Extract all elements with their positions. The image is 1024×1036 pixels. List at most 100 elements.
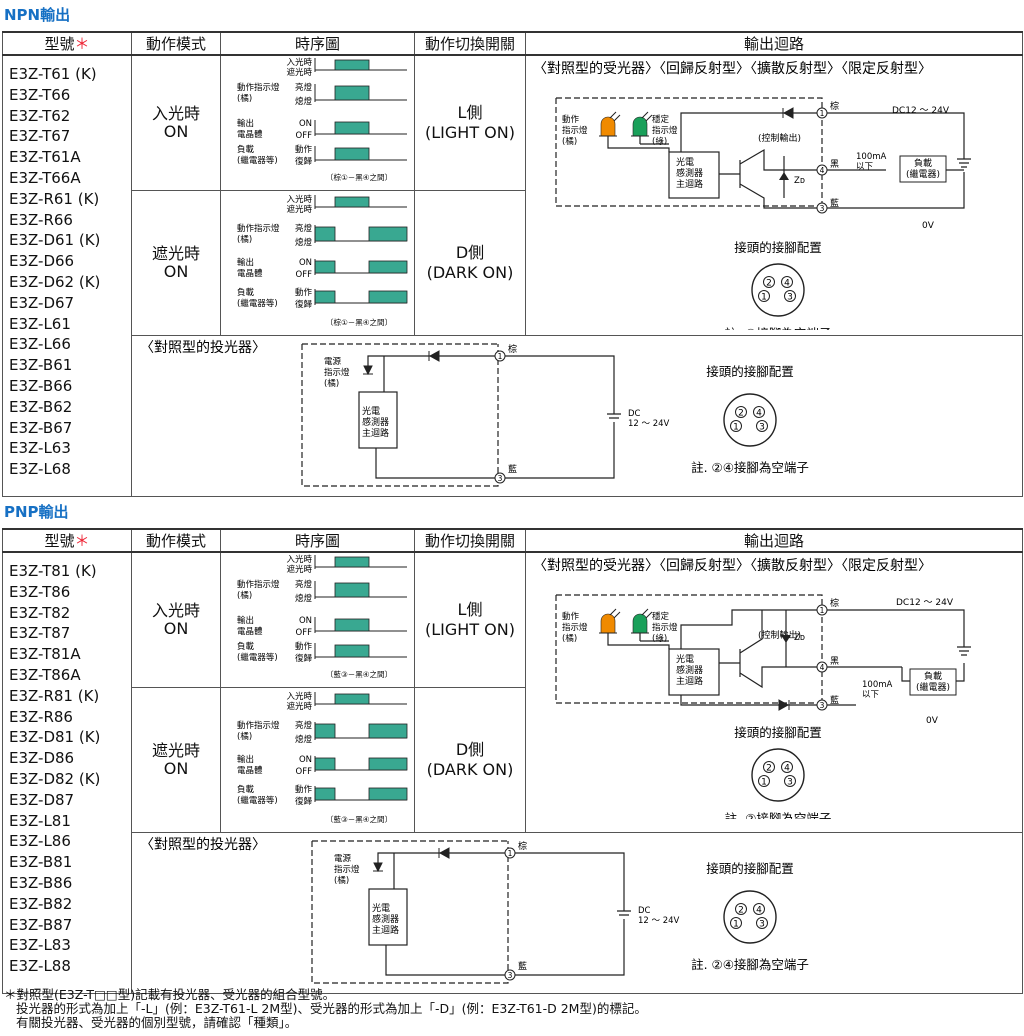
- timing-diagram: 入光時遮光時動作指示燈(橘) 亮燈熄燈輸出電晶體 ON OFF 負載(繼電器等) 動作復歸…: [237, 57, 407, 182]
- timing-diagram: 入光時遮光時動作指示燈(橘) 亮燈熄燈輸出電晶體 ON OFF 負載(繼電器等) 動作復歸…: [237, 194, 408, 327]
- row-label: 輸出: [237, 257, 254, 268]
- row-label: 輸出: [237, 118, 254, 129]
- state-high: 亮燈: [295, 82, 313, 93]
- circuit-label: 棕: [508, 343, 517, 355]
- row-label: 負載: [237, 144, 255, 155]
- terminal-number: 4: [820, 166, 825, 175]
- header-mode: 動作模式: [131, 31, 221, 56]
- circuit-label: (繼電器): [916, 681, 950, 693]
- state-high: ON: [299, 258, 312, 268]
- circuit-label: 棕: [830, 100, 839, 112]
- model-number: E3Z-D61 (K): [9, 231, 101, 250]
- npn-section-title: NPN輸出: [4, 6, 71, 24]
- pin-number: 3: [787, 293, 793, 303]
- model-number: E3Z-T62: [9, 106, 71, 125]
- pin-number: 4: [784, 764, 790, 774]
- circuit-label: DC12 ～ 24V: [892, 106, 950, 116]
- emitter-circuit-diagram: 〈對照型的投光器〉電源指示燈(橘) 光電感測器主迴路 1 3 棕藍 DC12 ～ 24V 接…: [140, 340, 809, 487]
- model-number: E3Z-B81: [9, 853, 73, 872]
- model-number: E3Z-T86A: [9, 665, 81, 684]
- pnp-section-title: PNP輸出: [4, 503, 69, 521]
- circuit-label: 指示燈: [334, 864, 360, 875]
- circuit-label: Zᴅ: [794, 176, 805, 186]
- circuit-label: 以下: [856, 162, 874, 172]
- connector-outline: [751, 263, 805, 317]
- model-number: E3Z-T66: [9, 85, 71, 104]
- model-number: E3Z-T82: [9, 603, 71, 622]
- circuit-label: 0V: [922, 221, 935, 231]
- state-low: OFF: [296, 131, 313, 141]
- model-number: E3Z-R61 (K): [9, 189, 100, 208]
- circuit-label: 主迴路: [372, 924, 399, 936]
- terminal-number: 1: [508, 849, 513, 858]
- signal-pulse: [334, 121, 370, 135]
- state-high: 亮燈: [295, 720, 313, 731]
- row-sublabel: (橘): [237, 590, 252, 601]
- circuit-label: 感測器: [676, 664, 703, 676]
- terminal-number: 3: [508, 971, 513, 980]
- circuit-label: (橘): [562, 633, 577, 644]
- header-mode: 動作模式: [131, 528, 221, 553]
- npn-switch-light: L側 (LIGHT ON): [414, 54, 526, 191]
- circuit-label: 光電: [362, 405, 380, 417]
- circuit-label: 主迴路: [676, 675, 703, 687]
- receiver-circuit-diagram: 〈對照型的受光器〉〈回歸反射型〉〈擴散反射型〉〈限定反射型〉動作指示燈(橘)穩定…: [533, 557, 971, 826]
- circuit-label: 以下: [862, 690, 880, 700]
- model-number: E3Z-L86: [9, 832, 71, 851]
- pnp-switch-dark: D側 (DARK ON): [414, 687, 526, 833]
- model-number: E3Z-T81A: [9, 645, 81, 664]
- signal-pulse: [368, 757, 408, 771]
- signal-pulse: [314, 787, 336, 801]
- state-low: OFF: [296, 767, 313, 777]
- pin-number: 2: [766, 764, 772, 774]
- led-indicator: [600, 613, 616, 634]
- light-pulse: [334, 556, 370, 568]
- model-number: E3Z-B86: [9, 873, 73, 892]
- timing-note: 〔藍③－黑④之間〕: [326, 669, 392, 679]
- model-number: E3Z-R81 (K): [9, 686, 100, 705]
- diode: [428, 350, 440, 362]
- npn-timing-dark: 入光時 遮光時 動作指示燈 (橘) 亮燈 熄燈 輸出 電晶體 ON OFF 負載 (繼電器等) 動作 復歸…: [220, 190, 415, 336]
- state-low: 復歸: [295, 299, 313, 310]
- pnp-receiver-circuit: 〈對照型的受光器〉〈回歸反射型〉〈擴散反射型〉〈限定反射型〉 動作 指示燈 (橘) 穩定…: [525, 551, 1023, 833]
- model-number: E3Z-L88: [9, 957, 71, 976]
- circuit-label: (綠): [652, 633, 667, 644]
- header-model: 型號＊: [2, 528, 132, 553]
- timing-note: 〔藍③－黑④之間〕: [326, 814, 392, 824]
- terminal-number: 4: [820, 663, 825, 672]
- signal-pulse: [314, 290, 336, 304]
- light-pulse: [334, 693, 370, 705]
- footnote-line: 投光器的形式為加上「-L」(例：E3Z-T61-L 2M型)、受光器的形式為加上…: [16, 1001, 647, 1016]
- timing-note: 〔棕①－黑④之間〕: [326, 172, 392, 182]
- circuit-label: 黑: [830, 656, 839, 667]
- model-number: E3Z-D87: [9, 790, 75, 809]
- timing-note: 〔棕①－黑④之間〕: [326, 317, 392, 327]
- label-blocked: 遮光時: [286, 67, 312, 78]
- row-label: 動作指示燈: [237, 82, 280, 93]
- circuit-label: 穩定: [652, 114, 670, 125]
- circuit-label: 藍: [830, 694, 839, 706]
- led-indicator: [632, 613, 648, 634]
- pnp-switch-light: L側 (LIGHT ON): [414, 551, 526, 688]
- circuit-header: 〈對照型的投光器〉: [140, 340, 266, 356]
- receiver-circuit-diagram: 〈對照型的受光器〉〈回歸反射型〉〈擴散反射型〉〈限定反射型〉動作指示燈(橘)穩定…: [533, 60, 971, 341]
- signal-pulse: [334, 582, 370, 598]
- signal-pulse: [314, 226, 336, 242]
- model-number: E3Z-L63: [9, 439, 71, 458]
- row-label: 動作指示燈: [237, 223, 280, 234]
- circuit-label: 感測器: [372, 913, 399, 925]
- state-low: 熄燈: [295, 734, 313, 745]
- timing-diagram: 入光時遮光時動作指示燈(橘) 亮燈熄燈輸出電晶體 ON OFF 負載(繼電器等) 動作復歸…: [237, 691, 408, 824]
- signal-pulse: [334, 618, 370, 632]
- timing-diagram: 入光時遮光時動作指示燈(橘) 亮燈熄燈輸出電晶體 ON OFF 負載(繼電器等) 動作復歸…: [237, 554, 407, 679]
- state-low: 熄燈: [295, 237, 313, 248]
- led-indicator: [632, 116, 648, 137]
- led-indicator: [600, 116, 616, 137]
- circuit-header: 〈對照型的受光器〉〈回歸反射型〉〈擴散反射型〉〈限定反射型〉: [533, 60, 932, 77]
- circuit-label: 感測器: [676, 167, 703, 179]
- model-number: E3Z-L68: [9, 460, 71, 479]
- circuit-label: 主迴路: [676, 178, 703, 190]
- header-circuit: 輸出迴路: [525, 31, 1023, 56]
- state-high: ON: [299, 755, 312, 765]
- circuit-label: (橘): [324, 378, 339, 389]
